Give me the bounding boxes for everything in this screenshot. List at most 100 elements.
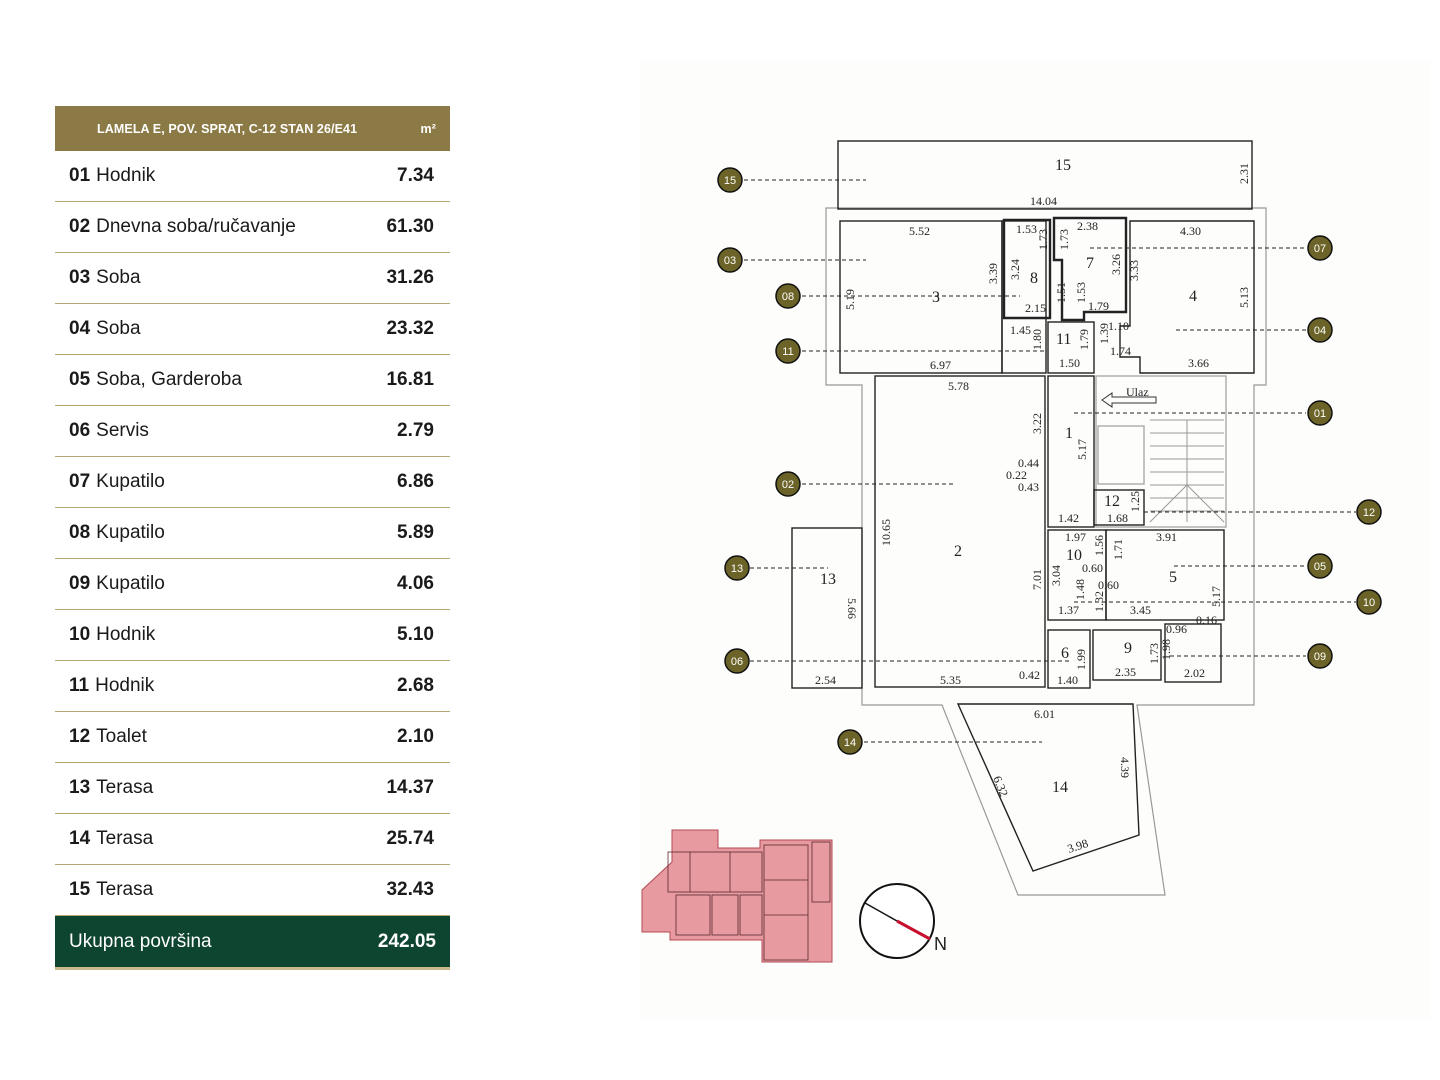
room-area: 16.81 [386,369,434,390]
room-number: 15 [69,879,91,900]
floor-plan-area: Ulaz 15 3 8 7 4 11 1 2 12 10 5 13 6 9 14… [640,60,1430,1020]
table-row: 15 Terasa 32.43 [55,865,450,916]
room-area: 7.34 [397,165,434,186]
dimension-label: 5.35 [940,673,961,687]
room-number: 1 [1065,425,1073,442]
marker: 12 [1356,499,1382,525]
room-number: 5 [1169,569,1177,586]
dimension-label: 2.31 [1237,163,1251,184]
dimension-label: 1.68 [1107,511,1128,525]
marker: 15 [717,167,743,193]
dimension-label: 5.19 [843,289,857,310]
marker: 04 [1307,317,1333,343]
dimension-label: 1.71 [1111,539,1125,560]
room-number: 7 [1086,255,1094,272]
room-name: Soba [96,267,141,288]
dimension-label: 2.15 [1025,301,1046,315]
marker-label: 02 [782,479,794,491]
marker: 01 [1307,400,1333,426]
dimension-label: 1.80 [1030,329,1044,350]
room-label: 10 Hodnik [69,624,155,646]
room-label: 08 Kupatilo [69,522,165,544]
room-number: 03 [69,267,91,288]
table-row: 07 Kupatilo 6.86 [55,457,450,508]
room-label: 07 Kupatilo [69,471,165,493]
room-name: Terasa [96,777,154,798]
compass-icon [859,883,935,959]
room-label: 02 Dnevna soba/ručavanje [69,216,296,238]
room-number: 05 [69,369,91,390]
dimension-label: 1.79 [1088,299,1109,313]
dimension-label: 2.35 [1115,665,1136,679]
dimension-label: 1.39 [1097,323,1111,344]
dimension-label: 3.45 [1130,603,1151,617]
room-number: 9 [1124,640,1132,657]
room-number: 8 [1030,270,1038,287]
room-number: 6 [1061,645,1069,662]
room-area: 32.43 [386,879,434,900]
room-number: 12 [69,726,91,747]
marker: 10 [1356,589,1382,615]
room-number: 08 [69,522,91,543]
dimension-label: 1.48 [1073,579,1087,600]
total-label: Ukupna površina [69,930,212,952]
dimension-label: 1.53 [1016,222,1037,236]
room-3-outline [839,220,1003,374]
key-plan [641,829,833,963]
room-name: Kupatilo [96,522,165,543]
dimension-label: 1.25 [1128,491,1142,512]
room-area: 31.26 [386,267,434,288]
dimension-label: 2.54 [815,673,836,687]
marker-label: 06 [731,656,743,668]
dimension-label: 0.96 [1166,622,1187,636]
marker-label: 10 [1363,597,1375,609]
dimension-label: 1.79 [1077,329,1091,350]
room-number: 14 [1052,779,1068,796]
room-name: Terasa [96,879,154,900]
room-area: 25.74 [386,828,434,849]
dimension-label: 2.38 [1077,219,1098,233]
marker: 06 [724,648,750,674]
compass-label: N [934,934,947,954]
table-row: 01 Hodnik 7.34 [55,151,450,202]
room-name: Soba [96,318,141,339]
dimension-label: 2.02 [1184,666,1205,680]
table-row: 12 Toalet 2.10 [55,712,450,763]
room-label: 14 Terasa [69,828,153,850]
dimension-label: 3.33 [1127,260,1141,281]
room-number: 07 [69,471,91,492]
marker-label: 01 [1314,408,1326,420]
room-number: 4 [1189,288,1197,305]
room-area: 14.37 [386,777,434,798]
dimension-label: 1.53 [1074,282,1088,303]
marker-label: 05 [1314,561,1326,573]
dimension-label: 5.66 [845,598,859,619]
marker-label: 09 [1314,651,1326,663]
plan-walls [791,140,1267,896]
room-name: Dnevna soba/ručavanje [96,216,296,237]
table-row: 14 Terasa 25.74 [55,814,450,865]
dimension-label: 4.30 [1180,224,1201,238]
dimension-label: 0.60 [1098,578,1119,592]
marker: 13 [724,555,750,581]
marker-label: 08 [782,291,794,303]
room-name: Kupatilo [96,471,165,492]
marker-label: 14 [844,737,856,749]
dimension-label: 1.97 [1065,530,1086,544]
dimension-label: 1.99 [1074,649,1088,670]
room-area: 5.89 [397,522,434,543]
room-area: 2.10 [397,726,434,747]
table-row: 09 Kupatilo 4.06 [55,559,450,610]
room-number: 12 [1104,493,1120,510]
table-row: 05 Soba, Garderoba 16.81 [55,355,450,406]
dimension-label: 1.50 [1059,356,1080,370]
room-name: Terasa [96,828,154,849]
dimension-label: 5.78 [948,379,969,393]
room-number: 11 [1056,331,1071,348]
table-row: 02 Dnevna soba/ručavanje 61.30 [55,202,450,253]
room-name: Toalet [96,726,147,747]
dimension-label: 14.04 [1030,194,1057,208]
table-header-title: LAMELA E, POV. SPRAT, C-12 STAN 26/E41 [97,121,358,136]
marker-label: 07 [1314,243,1326,255]
total-row: Ukupna površina 242.05 [55,916,450,970]
